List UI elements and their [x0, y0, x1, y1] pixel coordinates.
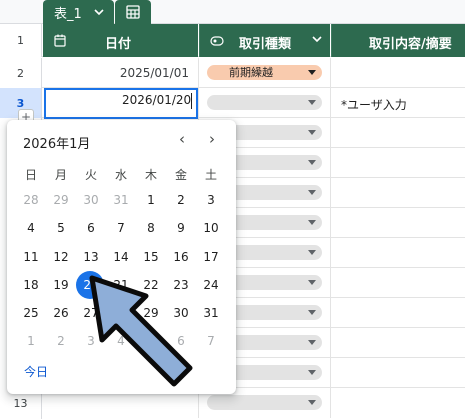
- calendar-day[interactable]: 9: [166, 215, 196, 241]
- dropdown-arrow-icon: [308, 340, 316, 345]
- dropdown-arrow-icon: [308, 100, 316, 105]
- type-chip-label: 前期繰越: [229, 66, 273, 79]
- calendar-day[interactable]: 2: [166, 187, 196, 213]
- description-value: *ユーザ入力: [341, 98, 407, 112]
- weekday-label: 月: [54, 168, 67, 182]
- column-header-type[interactable]: 取引種類: [199, 24, 330, 57]
- pointer-arrow-icon: [89, 275, 193, 387]
- description-cell[interactable]: [331, 298, 465, 328]
- description-cell[interactable]: *ユーザ入力: [331, 88, 465, 118]
- table-icon-tab[interactable]: [115, 0, 151, 24]
- calendar-day[interactable]: 30: [76, 187, 106, 213]
- dropdown-arrow-icon: [308, 130, 316, 135]
- chevron-left-icon[interactable]: ‹: [173, 130, 191, 148]
- calendar-day[interactable]: 16: [166, 244, 196, 270]
- dropdown-arrow-icon: [308, 190, 316, 195]
- description-cell[interactable]: [331, 58, 465, 88]
- type-cell[interactable]: [199, 88, 331, 118]
- weekday-label: 木: [144, 168, 157, 182]
- date-value: 2025/01/01: [119, 66, 189, 80]
- column-header-label: 日付: [105, 37, 132, 52]
- calendar-day[interactable]: 24: [196, 272, 226, 298]
- tab-label: 表_1: [54, 6, 82, 22]
- spreadsheet-view: 表_1 1 日付 取引種類 取引内容/摘要 2 2025/01/01 前期繰越 …: [0, 0, 465, 419]
- text-caret: [191, 93, 192, 109]
- weekday-label: 土: [204, 168, 217, 182]
- calendar-icon: [54, 34, 66, 51]
- column-header-description[interactable]: 取引内容/摘要: [331, 24, 465, 57]
- chevron-right-icon[interactable]: ›: [203, 130, 221, 148]
- type-dropdown-chip[interactable]: [207, 95, 322, 110]
- date-cell-editor[interactable]: 2026/01/20: [44, 88, 198, 119]
- dropdown-arrow-icon: [308, 310, 316, 315]
- calendar-day[interactable]: 2: [46, 328, 76, 354]
- column-header-label: 取引内容/摘要: [369, 37, 452, 52]
- weekday-label: 水: [114, 168, 127, 182]
- description-cell[interactable]: [331, 328, 465, 358]
- calendar-day[interactable]: 29: [46, 187, 76, 213]
- type-dropdown-chip[interactable]: [207, 395, 322, 410]
- dropdown-arrow-icon: [308, 370, 316, 375]
- calendar-day[interactable]: 12: [46, 244, 76, 270]
- calendar-day[interactable]: 1: [136, 187, 166, 213]
- calendar-day[interactable]: 28: [16, 187, 46, 213]
- calendar-day[interactable]: 11: [16, 244, 46, 270]
- calendar-day[interactable]: 1: [16, 328, 46, 354]
- calendar-month-title: 2026年1月: [23, 137, 91, 152]
- calendar-day[interactable]: 31: [106, 187, 136, 213]
- calendar-day[interactable]: 4: [16, 215, 46, 241]
- table-row: 2 2025/01/01 前期繰越: [0, 58, 465, 88]
- description-cell[interactable]: [331, 358, 465, 388]
- dropdown-chip-icon: [210, 35, 224, 50]
- dropdown-arrow-icon: [308, 160, 316, 165]
- tab-table-1[interactable]: 表_1: [43, 0, 114, 24]
- chevron-down-icon[interactable]: [312, 33, 322, 46]
- header-row: 1 日付 取引種類 取引内容/摘要: [0, 24, 465, 57]
- dropdown-arrow-icon: [308, 220, 316, 225]
- calendar-day[interactable]: 25: [16, 300, 46, 326]
- calendar-day[interactable]: 18: [16, 272, 46, 298]
- calendar-day[interactable]: 10: [196, 215, 226, 241]
- date-cell[interactable]: 2025/01/01: [43, 58, 199, 88]
- table-icon: [126, 5, 140, 19]
- tab-strip: 表_1: [0, 0, 465, 24]
- dropdown-arrow-icon: [308, 280, 316, 285]
- type-cell[interactable]: 前期繰越: [199, 58, 331, 88]
- today-button[interactable]: 今日: [24, 363, 48, 380]
- calendar-day[interactable]: 14: [106, 244, 136, 270]
- calendar-day[interactable]: 13: [76, 244, 106, 270]
- calendar-day[interactable]: 7: [106, 215, 136, 241]
- weekday-label: 日: [24, 168, 37, 182]
- calendar-day[interactable]: 26: [46, 300, 76, 326]
- calendar-day[interactable]: 15: [136, 244, 166, 270]
- calendar-day[interactable]: 7: [196, 328, 226, 354]
- calendar-day[interactable]: 5: [46, 215, 76, 241]
- row-number[interactable]: 1: [0, 24, 42, 57]
- description-cell[interactable]: [331, 208, 465, 238]
- weekday-label: 火: [84, 168, 97, 182]
- calendar-day[interactable]: 31: [196, 300, 226, 326]
- calendar-day[interactable]: 8: [136, 215, 166, 241]
- weekday-label: 金: [174, 168, 187, 182]
- description-cell[interactable]: [331, 268, 465, 298]
- dropdown-arrow-icon: [308, 250, 316, 255]
- dropdown-arrow-icon: [308, 400, 316, 405]
- description-cell[interactable]: [331, 118, 465, 148]
- description-cell[interactable]: [331, 148, 465, 178]
- calendar-day[interactable]: 19: [46, 272, 76, 298]
- calendar-day[interactable]: 6: [76, 215, 106, 241]
- description-cell[interactable]: [331, 178, 465, 208]
- column-header-label: 取引種類: [239, 37, 292, 52]
- calendar-day[interactable]: 17: [196, 244, 226, 270]
- dropdown-arrow-icon: [308, 70, 316, 75]
- calendar-day[interactable]: 3: [196, 187, 226, 213]
- description-cell[interactable]: [331, 388, 465, 418]
- chevron-down-icon[interactable]: [94, 6, 104, 19]
- row-number[interactable]: 2: [0, 58, 42, 88]
- type-dropdown-chip[interactable]: 前期繰越: [207, 65, 322, 80]
- column-header-date[interactable]: 日付: [43, 24, 229, 57]
- date-editor-value: 2026/01/20: [122, 93, 192, 107]
- description-cell[interactable]: [331, 238, 465, 268]
